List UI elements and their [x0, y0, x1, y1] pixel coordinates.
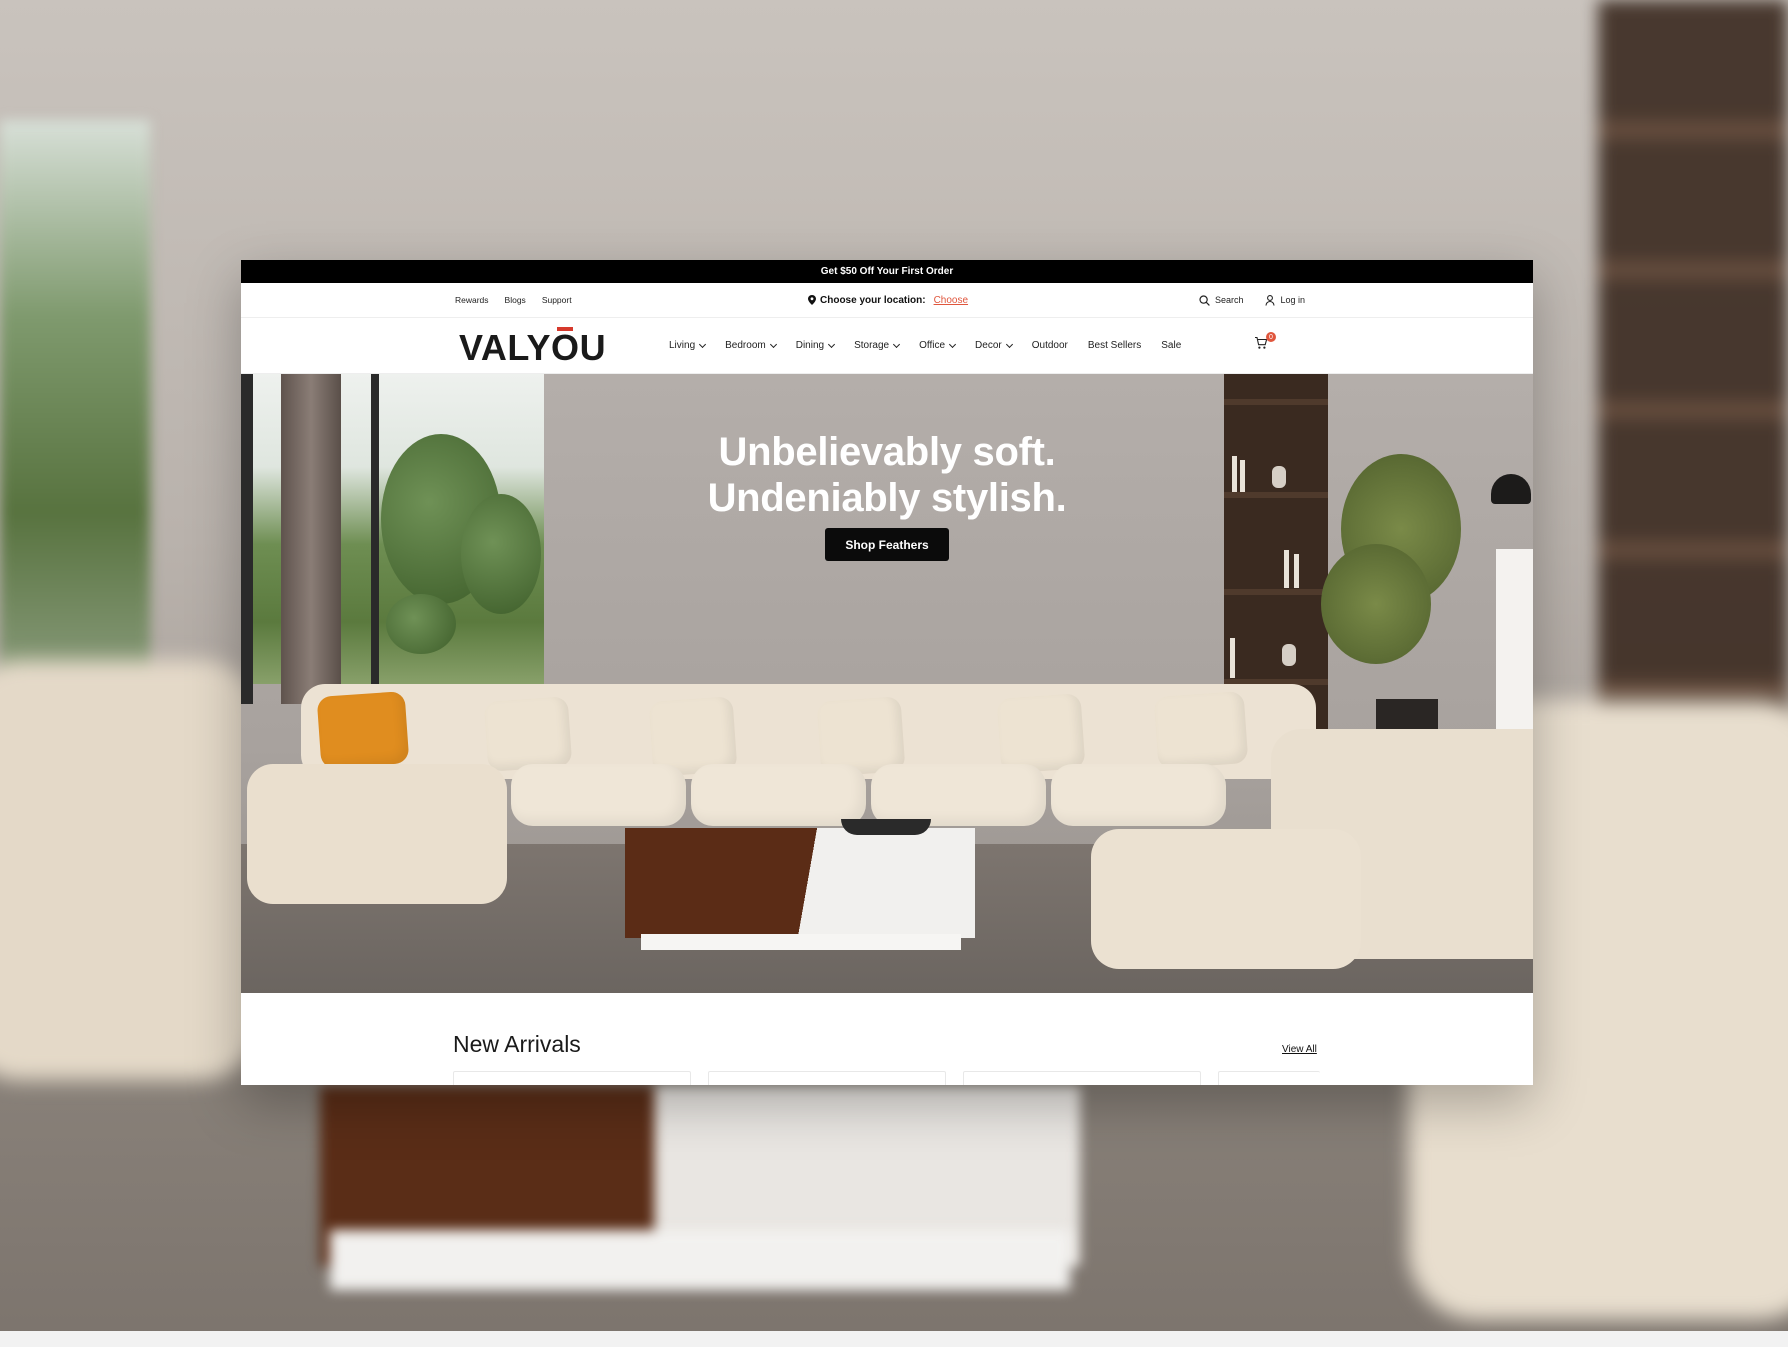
chevron-down-icon: [949, 340, 957, 348]
shrub: [386, 594, 456, 654]
chevron-down-icon: [893, 340, 901, 348]
promo-banner[interactable]: Get $50 Off Your First Order: [241, 260, 1533, 283]
hero-headline: Unbelievably soft. Undeniably stylish.: [241, 429, 1533, 521]
nav-item-storage[interactable]: Storage: [854, 340, 901, 351]
coffee-table: [625, 828, 975, 938]
search-icon: [1199, 294, 1210, 306]
seat-cushion: [871, 764, 1046, 826]
chevron-down-icon: [769, 340, 777, 348]
blogs-link[interactable]: Blogs: [505, 295, 526, 305]
book: [1284, 550, 1289, 588]
location-selector: Choose your location: Choose: [808, 295, 968, 306]
main-navigation: VALYOU Living Bedroom Dining Storage Off…: [241, 318, 1533, 374]
orange-pillow: [316, 691, 410, 769]
rewards-link[interactable]: Rewards: [455, 295, 489, 305]
window-frame: [241, 374, 253, 704]
shelf-board: [1224, 589, 1328, 595]
background-table-base: [330, 1230, 1070, 1290]
fireplace: [1496, 549, 1533, 729]
nav-item-sale[interactable]: Sale: [1161, 340, 1181, 351]
nav-label: Best Sellers: [1087, 340, 1142, 351]
promo-text: Get $50 Off Your First Order: [820, 266, 954, 277]
brand-logo[interactable]: VALYOU: [459, 327, 606, 369]
hero-banner: Unbelievably soft. Undeniably stylish. S…: [241, 374, 1533, 993]
login-label: Log in: [1280, 295, 1305, 305]
pillow: [483, 696, 573, 772]
chevron-down-icon: [828, 340, 836, 348]
location-label: Choose your location:: [820, 294, 926, 306]
nav-label: Office: [919, 340, 946, 351]
chevron-down-icon: [699, 340, 707, 348]
category-nav: Living Bedroom Dining Storage Office Dec…: [669, 340, 1181, 351]
hero-line-1: Unbelievably soft.: [718, 430, 1056, 474]
choose-location-link[interactable]: Choose: [934, 295, 968, 306]
nav-item-decor[interactable]: Decor: [975, 340, 1013, 351]
background-window: [0, 120, 150, 680]
nav-label: Living: [669, 340, 696, 351]
ottoman: [1091, 829, 1361, 969]
nav-label: Dining: [795, 340, 825, 351]
nav-label: Decor: [975, 340, 1002, 351]
book: [1294, 554, 1299, 588]
nav-label: Outdoor: [1031, 340, 1068, 351]
nav-item-dining[interactable]: Dining: [795, 340, 836, 351]
shelf-board: [1224, 399, 1328, 405]
shop-feathers-button[interactable]: Shop Feathers: [825, 528, 949, 561]
nav-item-office[interactable]: Office: [919, 340, 957, 351]
utility-bar: Rewards Blogs Support Choose your locati…: [241, 283, 1533, 318]
login-button[interactable]: Log in: [1265, 294, 1305, 306]
website-screenshot: Get $50 Off Your First Order Rewards Blo…: [241, 260, 1533, 1085]
nav-item-bedroom[interactable]: Bedroom: [725, 340, 777, 351]
fruit-bowl: [841, 819, 931, 835]
nav-item-outdoor[interactable]: Outdoor: [1032, 340, 1068, 351]
seat-cushion: [691, 764, 866, 826]
utility-links: Rewards Blogs Support: [455, 295, 572, 305]
seat-cushion: [511, 764, 686, 826]
nav-label: Sale: [1161, 340, 1182, 351]
utility-actions: Search Log in: [1199, 294, 1305, 306]
location-pin-icon: [808, 295, 816, 305]
cart-count-badge: 0: [1266, 332, 1276, 342]
search-button[interactable]: Search: [1199, 294, 1244, 306]
nav-item-best-sellers[interactable]: Best Sellers: [1088, 340, 1141, 351]
hero-line-2: Undeniably stylish.: [707, 476, 1067, 520]
book: [1230, 638, 1235, 678]
chevron-down-icon: [1005, 340, 1013, 348]
product-card[interactable]: [963, 1071, 1201, 1085]
cart-button[interactable]: 0: [1254, 332, 1276, 354]
section-title: New Arrivals: [453, 1031, 581, 1057]
sofa-chaise: [247, 764, 507, 904]
coffee-table-base: [641, 934, 961, 950]
background-bottom-strip: [0, 1331, 1788, 1347]
support-link[interactable]: Support: [542, 295, 572, 305]
nav-label: Storage: [854, 340, 890, 351]
view-all-link[interactable]: View All: [1282, 1044, 1317, 1055]
user-icon: [1265, 294, 1276, 306]
nav-item-living[interactable]: Living: [669, 340, 707, 351]
product-card[interactable]: [453, 1071, 691, 1085]
curtain: [281, 374, 341, 704]
nav-label: Bedroom: [725, 340, 766, 351]
vase: [1282, 644, 1296, 666]
logo-text-start: VALY: [459, 327, 552, 368]
logo-accent-letter: O: [551, 327, 580, 368]
window-frame: [371, 374, 379, 704]
pillow: [996, 693, 1086, 774]
product-card[interactable]: [1218, 1071, 1320, 1085]
seat-cushion: [1051, 764, 1226, 826]
pillow: [1153, 690, 1249, 770]
search-label: Search: [1214, 295, 1244, 305]
background-sofa-left: [0, 660, 260, 1080]
plant-foliage: [1321, 544, 1431, 664]
product-card[interactable]: [708, 1071, 946, 1085]
new-arrivals-section: New Arrivals View All: [241, 993, 1533, 1085]
logo-text-end: U: [579, 327, 607, 368]
